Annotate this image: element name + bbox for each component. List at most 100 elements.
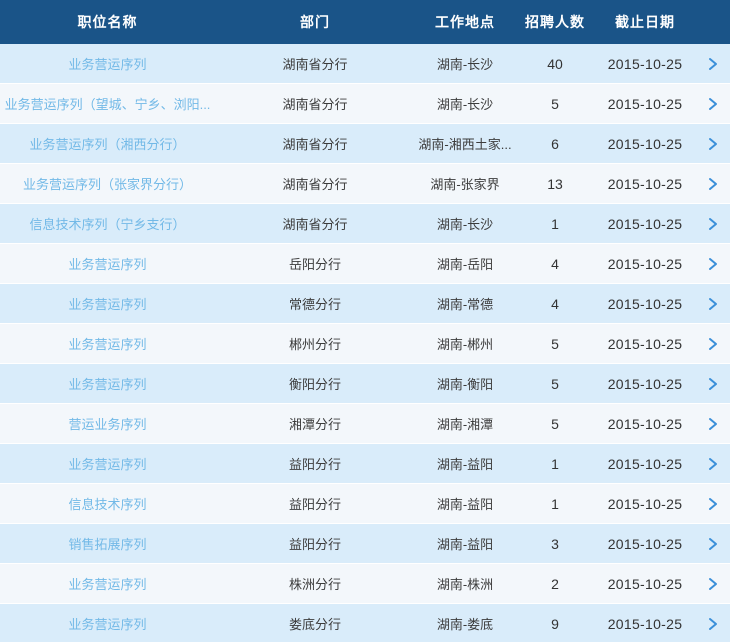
table-row[interactable]: 业务营运序列（张家界分行） 湖南省分行 湖南-张家界 13 2015-10-25	[0, 164, 730, 204]
deadline-cell: 2015-10-25	[595, 216, 695, 232]
deadline-cell: 2015-10-25	[595, 496, 695, 512]
department-cell: 益阳分行	[215, 534, 415, 553]
table-header-row: 职位名称 部门 工作地点 招聘人数 截止日期	[0, 0, 730, 44]
chevron-right-icon	[708, 497, 718, 511]
deadline-cell: 2015-10-25	[595, 136, 695, 152]
chevron-right-icon	[708, 297, 718, 311]
location-cell: 湖南-益阳	[415, 454, 515, 473]
job-title-link[interactable]: 业务营运序列	[0, 574, 215, 593]
row-action[interactable]	[695, 497, 730, 511]
deadline-cell: 2015-10-25	[595, 376, 695, 392]
table-row[interactable]: 业务营运序列 株洲分行 湖南-株洲 2 2015-10-25	[0, 564, 730, 604]
department-cell: 湖南省分行	[215, 54, 415, 73]
headcount-cell: 1	[515, 216, 595, 232]
deadline-cell: 2015-10-25	[595, 56, 695, 72]
location-cell: 湖南-常德	[415, 294, 515, 313]
chevron-right-icon	[708, 457, 718, 471]
job-title-link[interactable]: 业务营运序列	[0, 334, 215, 353]
table-row[interactable]: 业务营运序列 娄底分行 湖南-娄底 9 2015-10-25	[0, 604, 730, 642]
deadline-cell: 2015-10-25	[595, 256, 695, 272]
row-action[interactable]	[695, 537, 730, 551]
row-action[interactable]	[695, 217, 730, 231]
department-cell: 益阳分行	[215, 454, 415, 473]
location-cell: 湖南-长沙	[415, 94, 515, 113]
chevron-right-icon	[708, 217, 718, 231]
table-row[interactable]: 业务营运序列 岳阳分行 湖南-岳阳 4 2015-10-25	[0, 244, 730, 284]
job-title-link[interactable]: 业务营运序列	[0, 614, 215, 633]
headcount-cell: 3	[515, 536, 595, 552]
column-header-headcount: 招聘人数	[515, 12, 595, 32]
department-cell: 株洲分行	[215, 574, 415, 593]
row-action[interactable]	[695, 417, 730, 431]
table-row[interactable]: 业务营运序列 衡阳分行 湖南-衡阳 5 2015-10-25	[0, 364, 730, 404]
row-action[interactable]	[695, 457, 730, 471]
job-title-link[interactable]: 信息技术序列	[0, 494, 215, 513]
location-cell: 湖南-益阳	[415, 534, 515, 553]
department-cell: 湖南省分行	[215, 94, 415, 113]
table-row[interactable]: 业务营运序列（望城、宁乡、浏阳... 湖南省分行 湖南-长沙 5 2015-10…	[0, 84, 730, 124]
deadline-cell: 2015-10-25	[595, 336, 695, 352]
location-cell: 湖南-娄底	[415, 614, 515, 633]
table-row[interactable]: 业务营运序列 郴州分行 湖南-郴州 5 2015-10-25	[0, 324, 730, 364]
job-title-link[interactable]: 业务营运序列（望城、宁乡、浏阳...	[0, 94, 215, 113]
row-action[interactable]	[695, 377, 730, 391]
deadline-cell: 2015-10-25	[595, 576, 695, 592]
location-cell: 湖南-益阳	[415, 494, 515, 513]
job-title-link[interactable]: 信息技术序列（宁乡支行）	[0, 214, 215, 233]
job-title-link[interactable]: 业务营运序列	[0, 294, 215, 313]
headcount-cell: 9	[515, 616, 595, 632]
chevron-right-icon	[708, 417, 718, 431]
location-cell: 湖南-长沙	[415, 214, 515, 233]
row-action[interactable]	[695, 97, 730, 111]
job-title-link[interactable]: 业务营运序列（湘西分行）	[0, 134, 215, 153]
row-action[interactable]	[695, 257, 730, 271]
job-title-link[interactable]: 业务营运序列	[0, 454, 215, 473]
headcount-cell: 5	[515, 336, 595, 352]
job-title-link[interactable]: 营运业务序列	[0, 414, 215, 433]
column-header-location: 工作地点	[415, 12, 515, 32]
location-cell: 湖南-岳阳	[415, 254, 515, 273]
deadline-cell: 2015-10-25	[595, 96, 695, 112]
department-cell: 郴州分行	[215, 334, 415, 353]
department-cell: 湖南省分行	[215, 134, 415, 153]
job-title-link[interactable]: 销售拓展序列	[0, 534, 215, 553]
job-title-link[interactable]: 业务营运序列	[0, 254, 215, 273]
department-cell: 益阳分行	[215, 494, 415, 513]
row-action[interactable]	[695, 617, 730, 631]
table-row[interactable]: 信息技术序列 益阳分行 湖南-益阳 1 2015-10-25	[0, 484, 730, 524]
row-action[interactable]	[695, 577, 730, 591]
headcount-cell: 4	[515, 256, 595, 272]
chevron-right-icon	[708, 137, 718, 151]
location-cell: 湖南-郴州	[415, 334, 515, 353]
headcount-cell: 1	[515, 496, 595, 512]
deadline-cell: 2015-10-25	[595, 296, 695, 312]
chevron-right-icon	[708, 57, 718, 71]
row-action[interactable]	[695, 337, 730, 351]
chevron-right-icon	[708, 377, 718, 391]
chevron-right-icon	[708, 617, 718, 631]
location-cell: 湖南-长沙	[415, 54, 515, 73]
job-title-link[interactable]: 业务营运序列	[0, 374, 215, 393]
table-body: 业务营运序列 湖南省分行 湖南-长沙 40 2015-10-25 业务营运序列（…	[0, 44, 730, 642]
job-title-link[interactable]: 业务营运序列	[0, 54, 215, 73]
headcount-cell: 4	[515, 296, 595, 312]
chevron-right-icon	[708, 537, 718, 551]
job-title-link[interactable]: 业务营运序列（张家界分行）	[0, 174, 215, 193]
table-row[interactable]: 营运业务序列 湘潭分行 湖南-湘潭 5 2015-10-25	[0, 404, 730, 444]
department-cell: 娄底分行	[215, 614, 415, 633]
table-row[interactable]: 业务营运序列 常德分行 湖南-常德 4 2015-10-25	[0, 284, 730, 324]
table-row[interactable]: 业务营运序列（湘西分行） 湖南省分行 湖南-湘西土家... 6 2015-10-…	[0, 124, 730, 164]
headcount-cell: 5	[515, 96, 595, 112]
table-row[interactable]: 业务营运序列 益阳分行 湖南-益阳 1 2015-10-25	[0, 444, 730, 484]
row-action[interactable]	[695, 297, 730, 311]
row-action[interactable]	[695, 177, 730, 191]
table-row[interactable]: 销售拓展序列 益阳分行 湖南-益阳 3 2015-10-25	[0, 524, 730, 564]
table-row[interactable]: 业务营运序列 湖南省分行 湖南-长沙 40 2015-10-25	[0, 44, 730, 84]
row-action[interactable]	[695, 57, 730, 71]
table-row[interactable]: 信息技术序列（宁乡支行） 湖南省分行 湖南-长沙 1 2015-10-25	[0, 204, 730, 244]
headcount-cell: 2	[515, 576, 595, 592]
department-cell: 常德分行	[215, 294, 415, 313]
row-action[interactable]	[695, 137, 730, 151]
deadline-cell: 2015-10-25	[595, 416, 695, 432]
deadline-cell: 2015-10-25	[595, 456, 695, 472]
